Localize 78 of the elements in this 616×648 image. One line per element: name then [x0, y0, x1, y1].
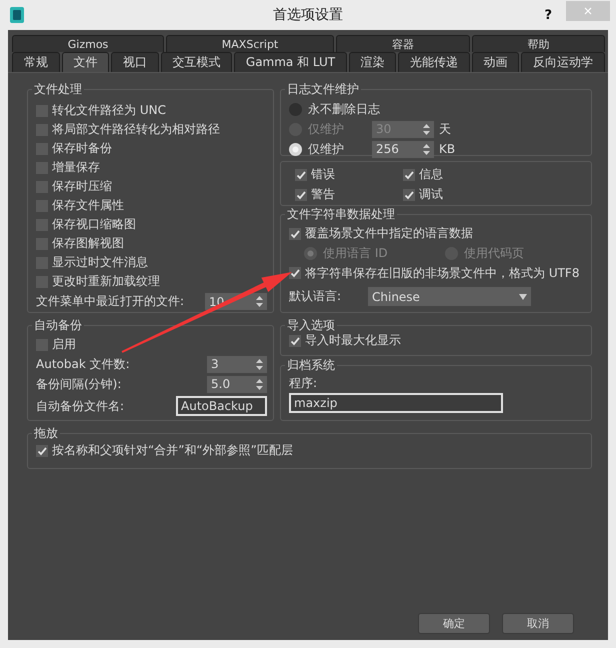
- spinner-arrows-icon[interactable]: [423, 144, 430, 154]
- checkbox-label: 错误: [311, 166, 335, 184]
- checkbox[interactable]: [289, 267, 301, 280]
- field-label: KB: [439, 142, 456, 156]
- spinner-field[interactable]: 256: [372, 140, 434, 158]
- checkbox-label: 保存文件属性: [52, 197, 124, 214]
- ok-button[interactable]: 确定: [418, 613, 490, 634]
- tab[interactable]: 渲染: [348, 52, 396, 72]
- tab[interactable]: 光能传递: [398, 52, 470, 72]
- group-title: 文件字符串数据处理: [285, 207, 397, 222]
- group-title: 导入选项: [285, 318, 337, 333]
- field-label: 默认语言:: [289, 288, 342, 305]
- group-title: 拖放: [32, 426, 60, 441]
- checkbox-label: 调试: [419, 186, 443, 204]
- checkbox-label: 导入时最大化显示: [305, 332, 401, 350]
- radio-label: 仅维护: [308, 120, 344, 138]
- checkbox-label: 增量保存: [52, 159, 100, 176]
- field-label: 文件菜单中最近打开的文件:: [36, 293, 184, 310]
- checkbox-label: 将局部文件路径转化为相对路径: [52, 121, 220, 138]
- group-title: 文件处理: [32, 82, 84, 97]
- radio-label: 仅维护: [308, 140, 344, 158]
- field-label: 自动备份文件名:: [36, 398, 124, 415]
- checkbox-label: 保存图解视图: [52, 235, 124, 252]
- tab[interactable]: 帮助: [472, 35, 605, 52]
- field-label: 天: [439, 120, 451, 138]
- checkbox[interactable]: [36, 444, 48, 457]
- checkbox-label: 显示过时文件消息: [52, 254, 148, 271]
- spinner-field[interactable]: 5.0: [207, 376, 267, 393]
- tab[interactable]: 交互模式: [160, 52, 232, 72]
- field-label: 备份间隔(分钟):: [36, 376, 122, 393]
- checkbox-label: 更改时重新加载纹理: [52, 273, 160, 290]
- checkbox-label: 启用: [52, 336, 76, 354]
- radio-label: 使用代码页: [464, 245, 524, 262]
- checkbox-label: 将字符串保存在旧版的非场景文件中，格式为 UTF8: [305, 264, 580, 282]
- language-dropdown[interactable]: Chinese: [368, 287, 531, 306]
- checkbox-label: 转化文件路径为 UNC: [52, 102, 166, 119]
- checkbox-label: 警告: [311, 186, 335, 204]
- radio-button[interactable]: [289, 142, 302, 156]
- checkbox-label: 覆盖场景文件中指定的语言数据: [305, 225, 473, 242]
- app-icon: [10, 7, 24, 23]
- field-label: Autobak 文件数:: [36, 356, 130, 373]
- radio-label: 永不删除日志: [308, 100, 380, 118]
- tab[interactable]: MAXScript: [166, 35, 334, 52]
- group-title: 自动备份: [32, 318, 84, 333]
- spinner-arrows-icon[interactable]: [256, 296, 263, 307]
- checkbox-label: 保存时备份: [52, 140, 112, 157]
- field-label: 程序:: [289, 375, 318, 392]
- window-title: 首选项设置: [273, 6, 343, 24]
- tab[interactable]: 反向运动学: [521, 52, 605, 72]
- group-title: 日志文件维护: [285, 82, 361, 97]
- tab[interactable]: 视口: [111, 52, 159, 72]
- tab[interactable]: 动画: [472, 52, 520, 72]
- checkbox-label: 按名称和父项针对“合并”和“外部参照”匹配层: [52, 442, 293, 460]
- dropdown-arrow-icon[interactable]: [519, 294, 527, 300]
- spinner-arrows-icon[interactable]: [256, 378, 263, 390]
- text-field[interactable]: AutoBackup: [176, 396, 267, 416]
- spinner-arrows-icon[interactable]: [423, 124, 430, 134]
- checkbox-label: 信息: [419, 166, 443, 184]
- checkbox-label: 保存视口缩略图: [52, 216, 136, 233]
- checkbox[interactable]: [403, 188, 415, 201]
- spinner-arrows-icon[interactable]: [256, 358, 263, 370]
- checkbox[interactable]: [289, 334, 301, 347]
- spinner-field[interactable]: 3: [207, 356, 267, 373]
- radio-label: 使用语言 ID: [323, 245, 388, 262]
- checkbox[interactable]: [289, 228, 301, 240]
- checkbox[interactable]: [403, 168, 415, 181]
- tab[interactable]: Gamma 和 LUT: [234, 52, 347, 72]
- tab[interactable]: 文件: [62, 52, 110, 72]
- checkbox-label: 保存时压缩: [52, 178, 112, 195]
- text-field[interactable]: maxzip: [289, 393, 503, 413]
- cancel-button[interactable]: 取消: [502, 613, 574, 634]
- tab[interactable]: 常规: [12, 52, 60, 72]
- help-button[interactable]: ?: [544, 8, 552, 22]
- checkbox[interactable]: [295, 168, 307, 181]
- tab[interactable]: Gizmos: [12, 35, 164, 52]
- group-title: 归档系统: [285, 358, 337, 373]
- checkbox[interactable]: [295, 188, 307, 201]
- tab[interactable]: 容器: [336, 35, 470, 52]
